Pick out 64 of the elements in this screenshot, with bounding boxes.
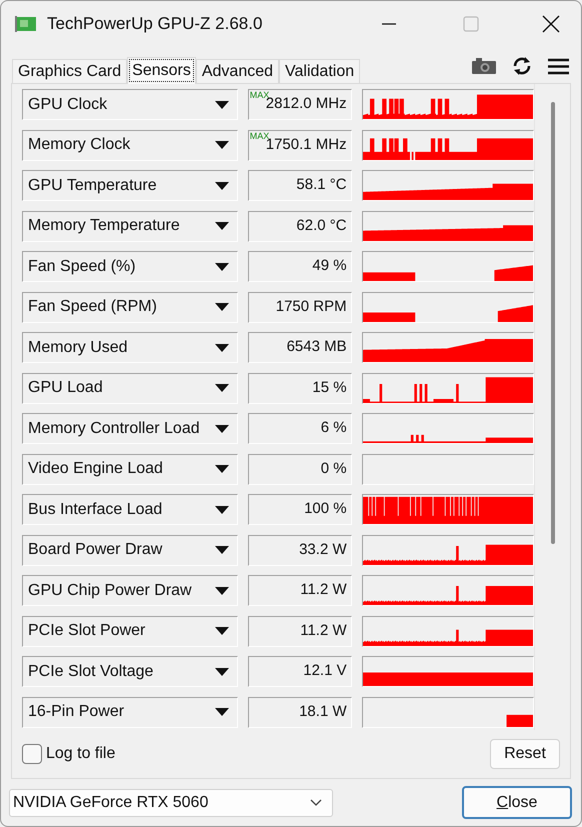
chevron-icon [310,798,322,806]
caret-icon [214,465,229,473]
sensor-dropdown[interactable]: GPU Clock [22,89,238,120]
camera-icon[interactable] [472,58,496,74]
sensor-dropdown[interactable]: GPU Temperature [22,170,238,201]
window-title: TechPowerUp GPU-Z 2.68.0 [47,13,262,36]
caret-icon [214,546,229,554]
sensor-value: 0 % [320,458,347,479]
app-icon [15,16,37,32]
close-button[interactable]: Close [462,786,572,819]
caret-icon [214,222,229,230]
sensor-value: 49 % [312,256,347,276]
caret-icon [214,424,229,432]
caret-icon [214,182,229,190]
caret-icon [214,586,229,594]
sensor-value: 12.1 V [303,661,347,682]
caret-icon [214,262,229,270]
sensor-dropdown[interactable]: Fan Speed (%) [22,251,238,282]
caret-icon [214,303,229,311]
sensor-value: 15 % [312,378,347,398]
caret-icon [214,506,229,514]
caret-icon [214,100,229,108]
caret-icon [214,627,229,635]
refresh-icon[interactable] [512,57,532,75]
sensor-dropdown[interactable]: Memory Controller Load [22,413,238,444]
sensor-dropdown[interactable]: Fan Speed (RPM) [22,292,238,322]
sensor-value: 62.0 °C [296,216,347,236]
sensor-dropdown[interactable]: PCIe Slot Voltage [22,656,238,687]
max-label: MAX [250,132,270,140]
sensor-value: 33.2 W [299,540,347,560]
reset-button[interactable]: Reset [490,739,560,769]
log-checkbox[interactable] [22,744,42,764]
gpu-dropdown[interactable]: NVIDIA GeForce RTX 5060 [9,788,333,816]
sensor-value: 11.2 W [300,580,347,600]
caret-icon [214,668,229,676]
sensor-dropdown[interactable]: PCIe Slot Power [22,616,238,646]
tab[interactable]: Advanced [196,59,280,83]
sensor-dropdown[interactable]: Video Engine Load [22,454,238,484]
sensor-value: 11.2 W [300,620,347,641]
scrollbar-thumb[interactable] [550,102,554,544]
log-label: Log to file [46,744,116,764]
sensor-dropdown[interactable]: Memory Clock [22,130,238,160]
caret-icon [214,344,229,352]
sensor-value: 100 % [304,499,347,520]
caret-icon [214,708,229,716]
caret-icon [214,384,229,392]
menu-icon[interactable] [548,58,569,74]
tab[interactable]: Graphics Card [12,59,128,83]
sensor-dropdown[interactable]: Board Power Draw [22,534,238,566]
tab[interactable]: Sensors [127,57,196,84]
sensor-value: 58.1 °C [296,175,347,196]
tab[interactable]: Validation [279,59,360,83]
sensor-dropdown[interactable]: 16-Pin Power [22,696,238,728]
sensor-dropdown[interactable]: GPU Load [22,372,238,404]
caret-icon [214,141,229,149]
close-icon[interactable] [541,14,561,34]
sensor-value: 1750 RPM [276,296,347,317]
sensor-dropdown[interactable]: Memory Used [22,332,238,363]
sensor-value: 6 % [320,418,347,438]
sensor-dropdown[interactable]: Memory Temperature [22,210,238,242]
sensor-value: 6543 MB [286,337,347,358]
sensor-value: 18.1 W [299,702,347,722]
sensor-dropdown[interactable]: GPU Chip Power Draw [22,575,238,606]
sensor-dropdown[interactable]: Bus Interface Load [22,494,238,525]
